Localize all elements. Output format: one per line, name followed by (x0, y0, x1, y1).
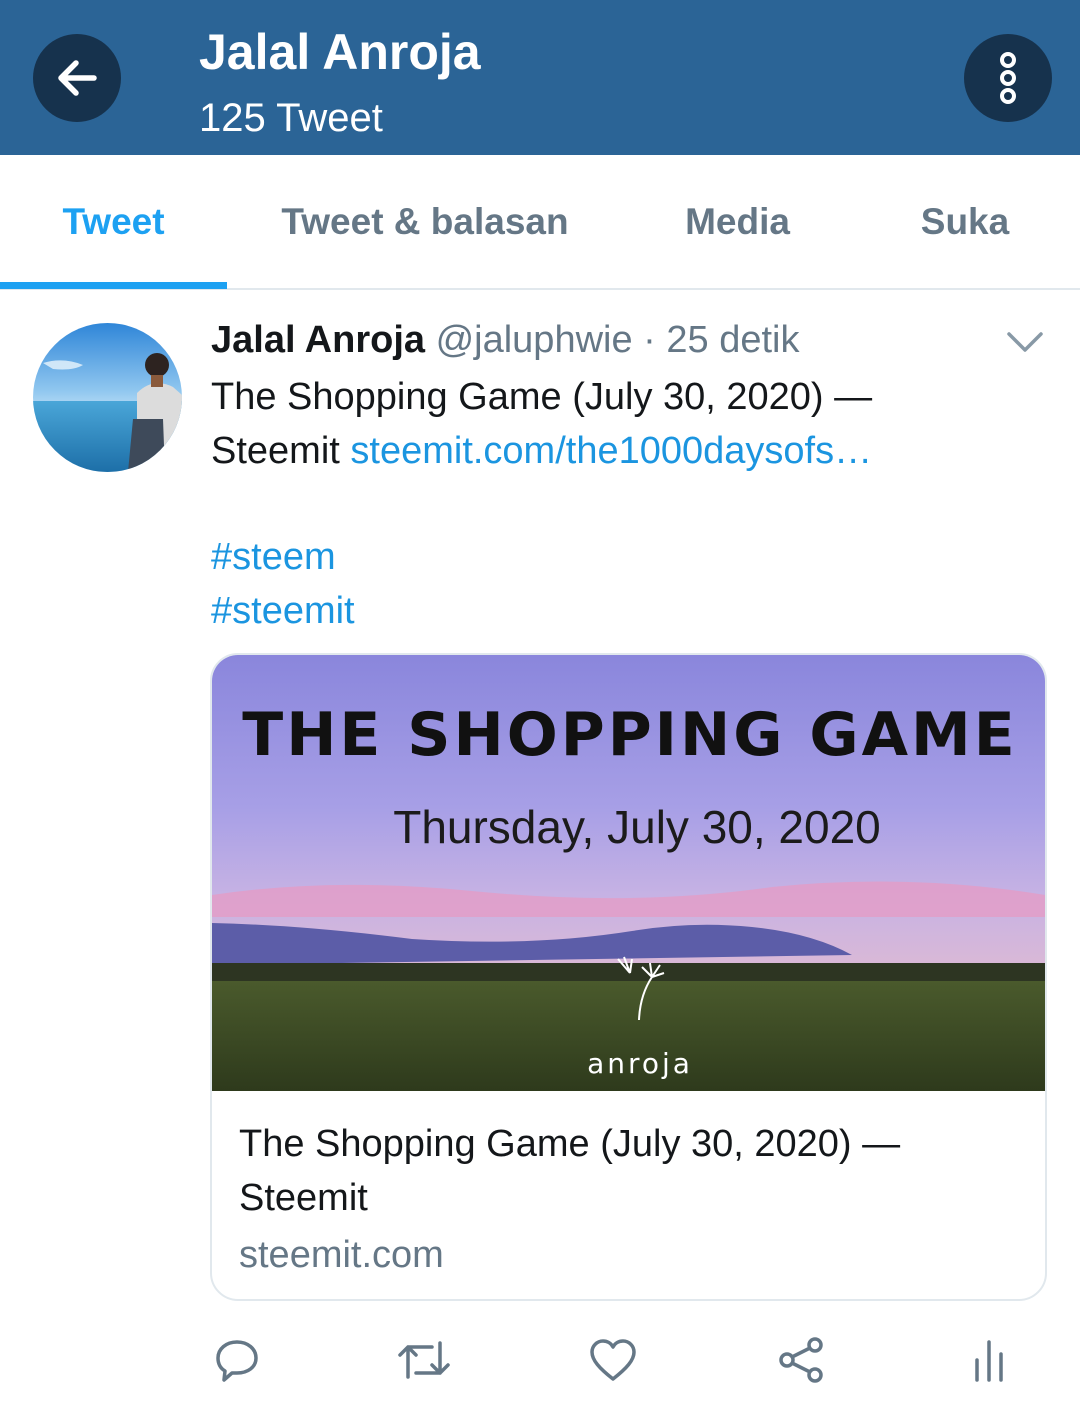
tab-media[interactable]: Media (640, 155, 835, 288)
tweet-time: 25 detik (666, 319, 800, 361)
tweet-actions (0, 1320, 1080, 1404)
tweet-text-line1: The Shopping Game (July 30, 2020) — (211, 376, 873, 418)
card-image: THE SHOPPING GAME Thursday, July 30, 202… (212, 655, 1045, 1091)
meta-separator: · (632, 319, 667, 361)
share-icon (779, 1337, 823, 1383)
card-image-heading: THE SHOPPING GAME (242, 700, 1017, 770)
tab-tweet[interactable]: Tweet (0, 155, 227, 288)
arrow-left-icon (58, 60, 97, 96)
reply-icon (216, 1340, 258, 1382)
like-icon (590, 1339, 636, 1381)
chevron-down-icon[interactable] (1005, 326, 1045, 356)
analytics-button[interactable] (959, 1330, 1019, 1390)
retweet-button[interactable] (394, 1330, 454, 1390)
back-button[interactable] (33, 34, 121, 122)
card-image-logo-text: anroja (587, 1047, 693, 1080)
author-name[interactable]: Jalal Anroja (211, 319, 425, 361)
tab-tweet-and-replies[interactable]: Tweet & balasan (250, 155, 600, 288)
author-handle[interactable]: @jaluphwie (436, 319, 633, 361)
top-app-bar: Jalal Anroja 125 Tweet (0, 0, 1080, 155)
profile-tabs: Tweet Tweet & balasan Media Suka (0, 155, 1080, 290)
more-options-button[interactable] (964, 34, 1052, 122)
tweet-text: The Shopping Game (July 30, 2020) — Stee… (211, 370, 1041, 478)
tweet-text-line2: Steemit (211, 430, 351, 472)
hashtag-steem[interactable]: #steem (211, 530, 336, 584)
share-button[interactable] (771, 1330, 831, 1390)
card-image-date: Thursday, July 30, 2020 (393, 801, 881, 853)
tweet-header: Jalal Anroja @jaluphwie · 25 detik (211, 316, 799, 364)
active-tab-indicator (0, 282, 227, 289)
avatar-photo (33, 323, 182, 472)
tweet-link[interactable]: steemit.com/the1000daysofs… (350, 430, 872, 472)
retweet-icon (398, 1341, 450, 1379)
reply-button[interactable] (207, 1330, 267, 1390)
tweet-count: 125 Tweet (199, 96, 383, 140)
analytics-icon (975, 1340, 1003, 1382)
profile-title: Jalal Anroja (199, 24, 481, 80)
card-title: The Shopping Game (July 30, 2020) — Stee… (239, 1123, 901, 1219)
link-preview-card[interactable]: THE SHOPPING GAME Thursday, July 30, 202… (210, 653, 1047, 1301)
card-domain: steemit.com (239, 1234, 444, 1276)
avatar[interactable] (33, 323, 182, 472)
more-vertical-icon (1000, 52, 1016, 104)
like-button[interactable] (583, 1330, 643, 1390)
tab-likes[interactable]: Suka (880, 155, 1050, 288)
hashtag-steemit[interactable]: #steemit (211, 584, 355, 638)
